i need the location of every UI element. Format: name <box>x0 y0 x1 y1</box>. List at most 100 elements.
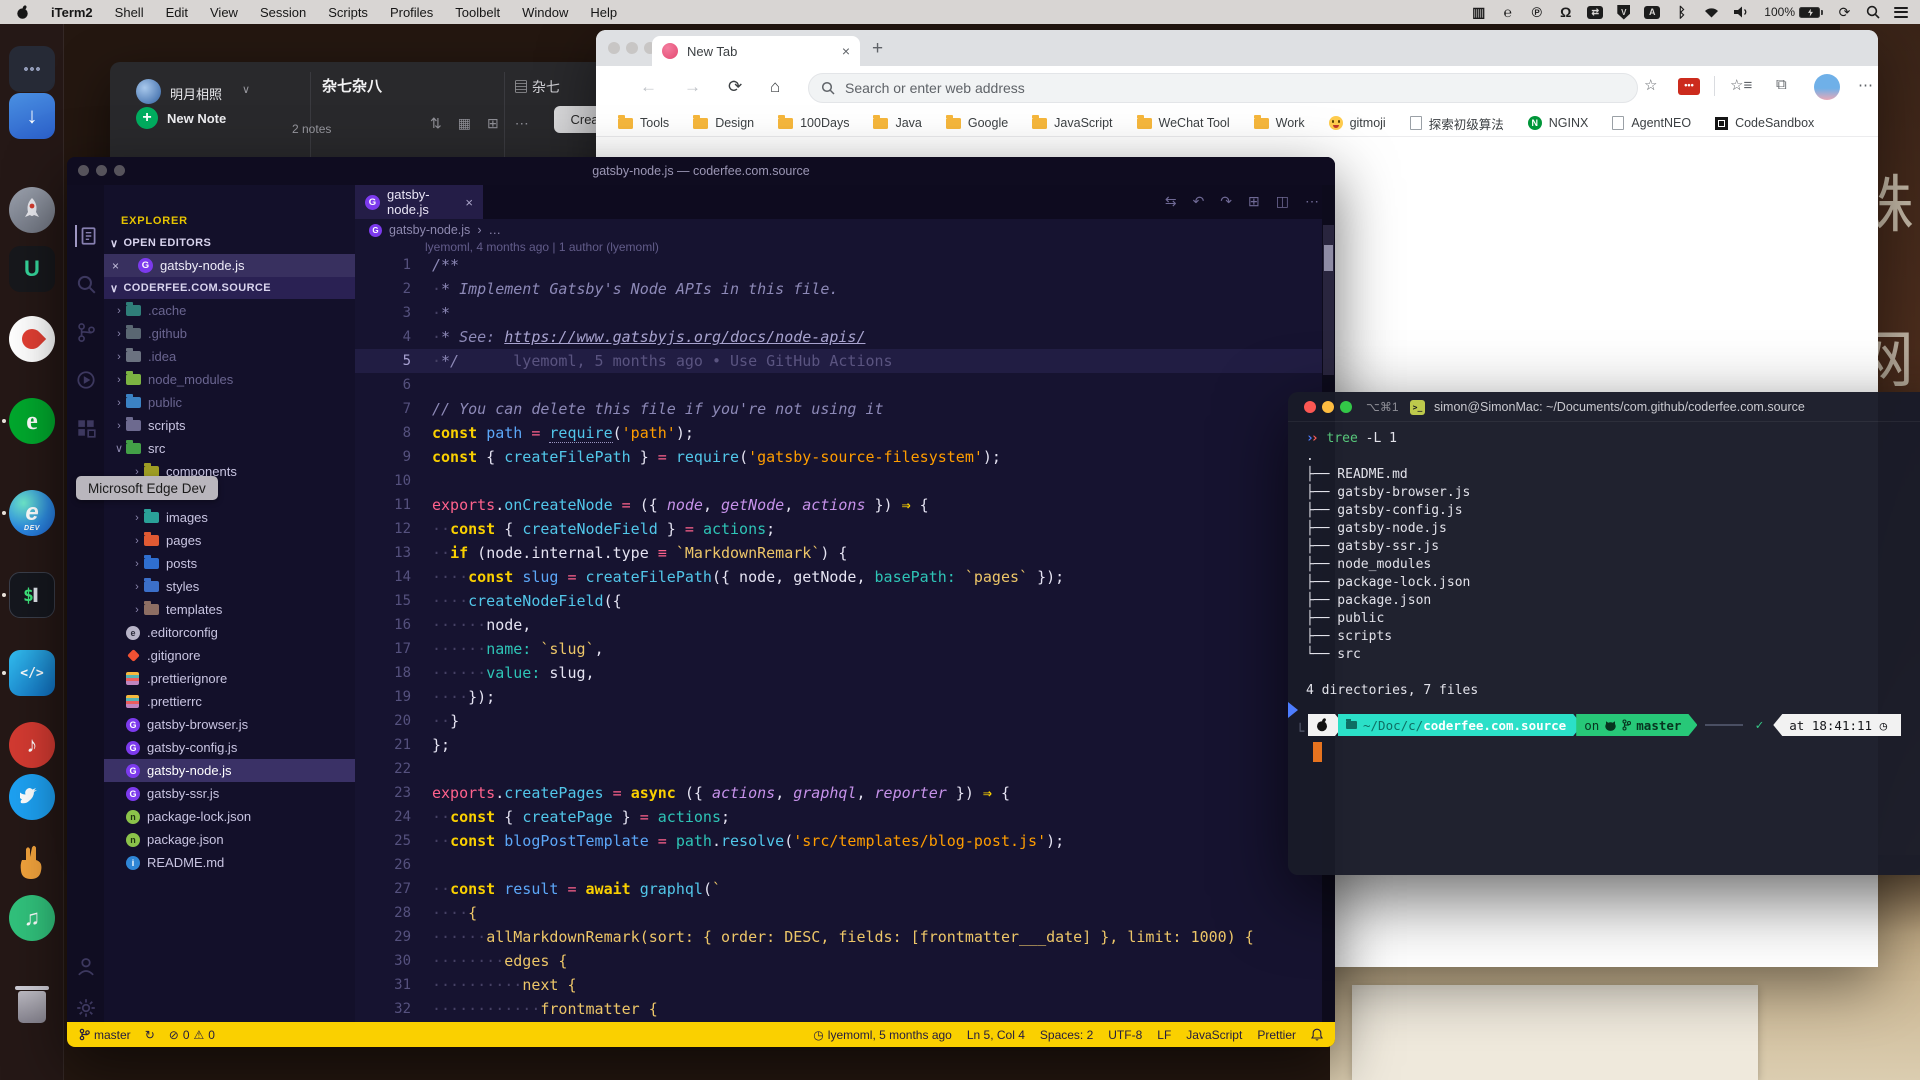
more-actions-icon[interactable]: ⋯ <box>1305 193 1319 210</box>
tree-item--gitignore[interactable]: .gitignore <box>104 644 355 667</box>
dock-item-trash[interactable] <box>9 981 55 1027</box>
tree-item--idea[interactable]: ›.idea <box>104 345 355 368</box>
tree-item-public[interactable]: ›public <box>104 391 355 414</box>
forward-icon[interactable]: ↷ <box>1220 193 1232 210</box>
forward-button[interactable]: → <box>684 77 701 97</box>
menu-item-toolbelt[interactable]: Toolbelt <box>455 5 500 20</box>
browser-tab[interactable]: New Tab × <box>652 36 860 66</box>
tree-item--prettierrc[interactable]: .prettierrc <box>104 690 355 713</box>
bookmark-agentneo[interactable]: AgentNEO <box>1612 116 1691 130</box>
tree-item-posts[interactable]: ›posts <box>104 552 355 575</box>
project-root-header[interactable]: ∨CODERFEE.COM.SOURCE <box>104 277 355 299</box>
bookmark-work[interactable]: Work <box>1254 116 1305 130</box>
tree-item-styles[interactable]: ›styles <box>104 575 355 598</box>
menu-app-name[interactable]: iTerm2 <box>51 5 93 20</box>
status-ln-5-col-4[interactable]: Ln 5, Col 4 <box>967 1028 1025 1042</box>
dock-item-blue-download-app[interactable]: ↓ <box>9 93 55 139</box>
dock-item-edge-dev[interactable]: eDEV <box>9 490 55 536</box>
spotlight-search-icon[interactable] <box>1866 5 1880 19</box>
collections-icon[interactable]: ⧉ <box>1776 76 1787 93</box>
bookmark-design[interactable]: Design <box>693 116 754 130</box>
bookmark-java[interactable]: Java <box>873 116 921 130</box>
volume-icon[interactable] <box>1734 6 1750 18</box>
tree-item-readme-md[interactable]: iREADME.md <box>104 851 355 874</box>
bookmark--[interactable]: 探索初级算法 <box>1410 114 1504 133</box>
shield-icon[interactable]: V <box>1617 5 1630 20</box>
notifications-bell-icon[interactable] <box>1311 1028 1323 1041</box>
tree-item-scripts[interactable]: ›scripts <box>104 414 355 437</box>
dock-item-netease-music[interactable]: ♪ <box>9 722 55 768</box>
dock-item-red-reader-app[interactable] <box>9 316 55 362</box>
address-bar[interactable]: Search or enter web address <box>808 73 1638 103</box>
status-lf[interactable]: LF <box>1157 1028 1171 1042</box>
close-icon[interactable]: × <box>112 259 126 273</box>
editor-tab-active[interactable]: G gatsby-node.js × <box>355 185 483 219</box>
bookmark-google[interactable]: Google <box>946 116 1008 130</box>
menu-item-edit[interactable]: Edit <box>166 5 188 20</box>
new-tab-button[interactable]: + <box>872 38 883 60</box>
window-close-button[interactable] <box>608 42 620 54</box>
notification-bell-icon[interactable]: Ω <box>1558 4 1573 20</box>
status-spaces-2[interactable]: Spaces: 2 <box>1040 1028 1093 1042</box>
dock-item-qq-music[interactable]: ♫ <box>9 895 55 941</box>
tree-item--editorconfig[interactable]: e.editorconfig <box>104 621 355 644</box>
apple-menu-icon[interactable] <box>16 5 29 20</box>
browser-menu-icon[interactable]: ⋯ <box>1858 76 1873 94</box>
notes-more-icon[interactable]: ⋯ <box>515 115 529 132</box>
bluetooth-icon[interactable]: ᛒ <box>1674 4 1689 20</box>
extensions-icon[interactable] <box>75 417 97 439</box>
browser-profile-avatar[interactable] <box>1814 74 1840 100</box>
dock-item-utools[interactable]: U <box>9 246 55 292</box>
dock-item-vscode[interactable]: </> <box>9 650 55 696</box>
dock-item-rocket-launcher[interactable] <box>9 187 55 233</box>
settings-gear-icon[interactable] <box>75 997 97 1019</box>
window-minimize-button[interactable] <box>1322 401 1334 413</box>
menu-item-shell[interactable]: Shell <box>115 5 144 20</box>
status-lyemoml-5-months-ago[interactable]: ◷ lyemoml, 5 months ago <box>813 1028 952 1042</box>
bookmark-wechat-tool[interactable]: WeChat Tool <box>1137 116 1230 130</box>
tree-item-gatsby-browser-js[interactable]: Ggatsby-browser.js <box>104 713 355 736</box>
menu-item-view[interactable]: View <box>210 5 238 20</box>
notes-lock-icon[interactable]: ⊞ <box>487 115 499 132</box>
notification-center-icon[interactable] <box>1894 7 1908 18</box>
tree-item-gatsby-config-js[interactable]: Ggatsby-config.js <box>104 736 355 759</box>
tree-item-package-lock-json[interactable]: npackage-lock.json <box>104 805 355 828</box>
status-prettier[interactable]: Prettier <box>1257 1028 1296 1042</box>
back-icon[interactable]: ↶ <box>1193 193 1205 210</box>
1password-icon[interactable]: ℗ <box>1529 4 1544 20</box>
menu-item-window[interactable]: Window <box>522 5 568 20</box>
tree-item-node-modules[interactable]: ›node_modules <box>104 368 355 391</box>
breadcrumb[interactable]: G gatsby-node.js›… <box>369 223 501 237</box>
status-javascript[interactable]: JavaScript <box>1186 1028 1242 1042</box>
window-minimize-button[interactable] <box>626 42 638 54</box>
tab-close-icon[interactable]: × <box>842 43 850 59</box>
swap-icon[interactable]: ⇄ <box>1587 6 1603 19</box>
extension-badge-icon[interactable]: ••• <box>1678 78 1700 95</box>
source-control-icon[interactable] <box>75 321 97 343</box>
tree-item-gatsby-node-js[interactable]: Ggatsby-node.js <box>104 759 355 782</box>
chevron-down-icon[interactable]: ∨ <box>242 83 250 96</box>
menu-item-session[interactable]: Session <box>260 5 306 20</box>
bookmark-nginx[interactable]: NNGINX <box>1528 116 1589 130</box>
notes-grid-view-icon[interactable]: ▦ <box>458 115 471 132</box>
bookmark-100days[interactable]: 100Days <box>778 116 849 130</box>
tree-item--cache[interactable]: ›.cache <box>104 299 355 322</box>
tree-item--prettierignore[interactable]: .prettierignore <box>104 667 355 690</box>
notes-sort-icon[interactable]: ⇅ <box>430 115 442 132</box>
scrollbar-thumb[interactable] <box>1323 225 1334 375</box>
open-editors-header[interactable]: ∨OPEN EDITORS <box>104 232 355 254</box>
window-manager-icon[interactable]: ▥ <box>1471 4 1486 20</box>
tree-item-templates[interactable]: ›templates <box>104 598 355 621</box>
reload-button[interactable]: ⟳ <box>728 77 742 97</box>
dock-item-gesture-app[interactable] <box>9 839 55 885</box>
accounts-icon[interactable] <box>75 955 97 977</box>
open-changes-icon[interactable]: ⇆ <box>1165 193 1177 210</box>
add-favorite-icon[interactable]: ☆ <box>1644 76 1657 94</box>
bookmark-javascript[interactable]: JavaScript <box>1032 116 1112 130</box>
dock-item-iterm2[interactable]: $▌ <box>9 572 55 618</box>
window-zoom-button[interactable] <box>1340 401 1352 413</box>
tree-item--github[interactable]: ›.github <box>104 322 355 345</box>
menu-item-profiles[interactable]: Profiles <box>390 5 433 20</box>
menu-item-help[interactable]: Help <box>590 5 617 20</box>
window-close-button[interactable] <box>1304 401 1316 413</box>
